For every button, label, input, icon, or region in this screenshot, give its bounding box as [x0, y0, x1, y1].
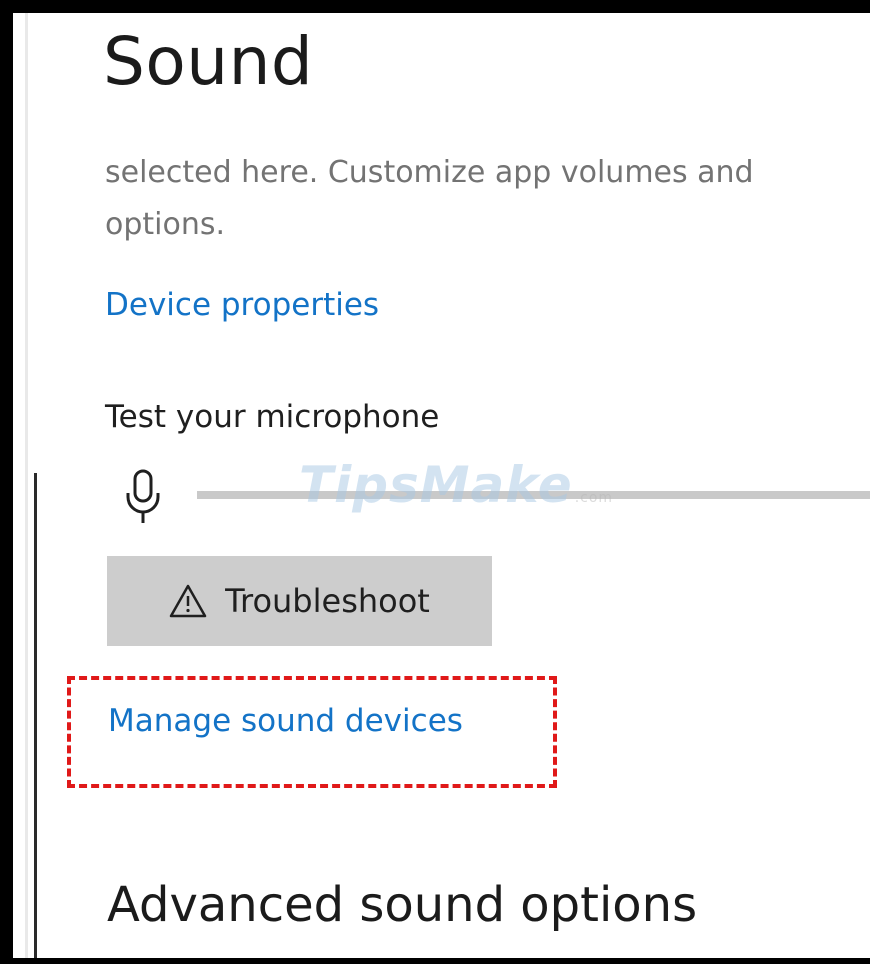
microphone-test-row [123, 461, 870, 533]
warning-triangle-icon [169, 584, 207, 618]
page-description: selected here. Customize app volumes and… [105, 147, 754, 251]
description-line-2: options. [105, 207, 226, 242]
device-properties-link[interactable]: Device properties [105, 287, 379, 323]
microphone-level-meter [197, 491, 870, 499]
description-line-1: selected here. Customize app volumes and [105, 155, 754, 190]
manage-sound-devices-link[interactable]: Manage sound devices [108, 703, 463, 739]
troubleshoot-button[interactable]: Troubleshoot [107, 556, 492, 646]
settings-panel: Sound selected here. Customize app volum… [13, 13, 870, 958]
advanced-sound-options-heading: Advanced sound options [107, 877, 698, 933]
microphone-icon [126, 469, 160, 523]
troubleshoot-label: Troubleshoot [225, 582, 430, 620]
test-microphone-label: Test your microphone [105, 399, 440, 435]
page-title: Sound [103, 23, 314, 100]
left-divider [25, 13, 28, 958]
scrollbar[interactable] [34, 473, 37, 958]
